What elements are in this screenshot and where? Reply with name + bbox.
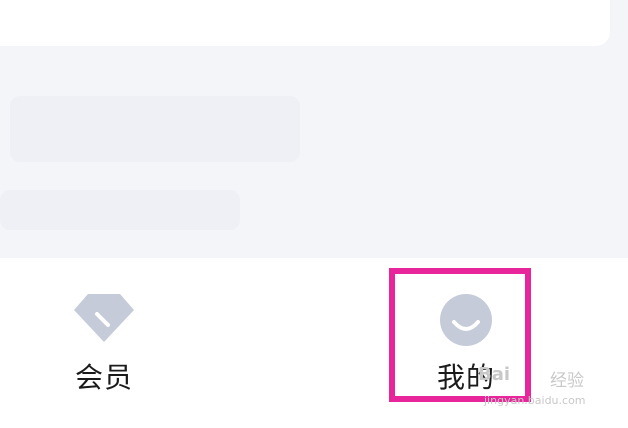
diamond-icon — [72, 292, 136, 348]
blurred-content — [0, 190, 240, 230]
watermark-text: 经验 — [550, 371, 584, 391]
tab-member-label: 会员 — [74, 361, 133, 394]
tab-member[interactable]: 会员 — [24, 258, 184, 428]
baidu-jingyan-watermark: Bai 经验 jingyan.baidu.com — [478, 364, 618, 412]
watermark-logo: Bai — [478, 364, 511, 385]
content-area — [0, 0, 628, 258]
watermark-url: jingyan.baidu.com — [484, 394, 586, 407]
blurred-content — [10, 96, 300, 162]
content-card — [0, 0, 610, 46]
